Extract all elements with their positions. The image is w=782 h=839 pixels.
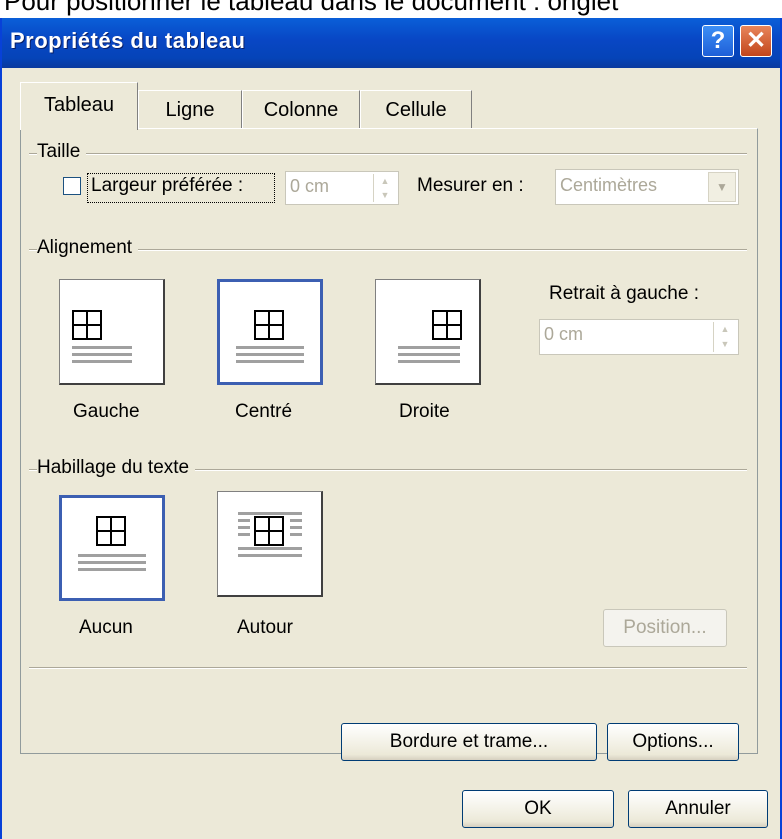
taille-separator (29, 153, 747, 155)
left-indent-value: 0 cm (544, 324, 584, 344)
options-button[interactable]: Options... (607, 723, 739, 761)
ok-button[interactable]: OK (462, 790, 614, 828)
window-title: Propriétés du tableau (10, 28, 246, 53)
table-grid-icon (432, 310, 462, 340)
wrap-none-label: Aucun (79, 617, 133, 638)
preferred-width-label: Largeur préférée : (91, 175, 244, 196)
preferred-width-spinner[interactable]: 0 cm ▲ ▼ (285, 171, 399, 205)
wrap-around-button[interactable] (217, 491, 323, 597)
preferred-width-checkbox[interactable] (63, 177, 81, 195)
align-right-label: Droite (399, 401, 450, 422)
caption-strip: Pour positionner le tableau dans le docu… (0, 0, 782, 18)
wrapping-group-label: Habillage du texte (37, 457, 196, 479)
taille-group-label: Taille (37, 141, 87, 163)
align-right-button[interactable] (375, 279, 481, 385)
left-indent-spinner[interactable]: 0 cm ▲ ▼ (539, 319, 739, 355)
align-center-label: Centré (235, 401, 293, 422)
table-grid-icon (72, 310, 102, 340)
table-grid-icon (254, 310, 284, 340)
left-indent-label: Retrait à gauche : (549, 283, 699, 304)
preferred-width-value: 0 cm (290, 176, 330, 196)
table-grid-icon (254, 516, 284, 546)
tab-tableau[interactable]: Tableau (20, 82, 138, 130)
cancel-button[interactable]: Annuler (628, 790, 768, 828)
position-button[interactable]: Position... (603, 609, 727, 647)
tab-strip: Tableau Ligne Colonne Cellule (2, 80, 780, 130)
borders-shading-button[interactable]: Bordure et trame... (341, 723, 597, 761)
spinner-arrows[interactable]: ▲ ▼ (373, 174, 396, 202)
measure-in-label: Mesurer en : (417, 175, 524, 196)
measure-unit-select[interactable]: Centimètres ▼ (555, 169, 739, 205)
help-icon[interactable]: ? (702, 25, 734, 57)
close-icon[interactable]: ✕ (740, 25, 772, 57)
table-grid-icon (96, 516, 126, 546)
title-bar: Propriétés du tableau ? ✕ (2, 18, 780, 68)
caption-text: Pour positionner le tableau dans le docu… (4, 0, 619, 16)
table-properties-dialog: Propriétés du tableau ? ✕ Tableau Ligne … (0, 18, 782, 839)
alignment-group-label: Alignement (37, 237, 139, 259)
tab-panel-tableau: Taille Largeur préférée : 0 cm ▲ ▼ Mesure… (20, 128, 758, 761)
spinner-arrows[interactable]: ▲ ▼ (713, 322, 736, 352)
chevron-down-icon[interactable]: ▼ (708, 172, 736, 202)
tab-ligne[interactable]: Ligne (138, 90, 242, 128)
measure-unit-value: Centimètres (560, 175, 658, 195)
wrap-around-label: Autour (237, 617, 293, 638)
bottom-separator (29, 667, 747, 669)
tab-cellule[interactable]: Cellule (360, 90, 472, 128)
align-center-button[interactable] (217, 279, 323, 385)
wrap-none-button[interactable] (59, 495, 165, 601)
align-left-button[interactable] (59, 279, 165, 385)
tab-colonne[interactable]: Colonne (242, 90, 360, 128)
align-left-label: Gauche (73, 401, 140, 422)
